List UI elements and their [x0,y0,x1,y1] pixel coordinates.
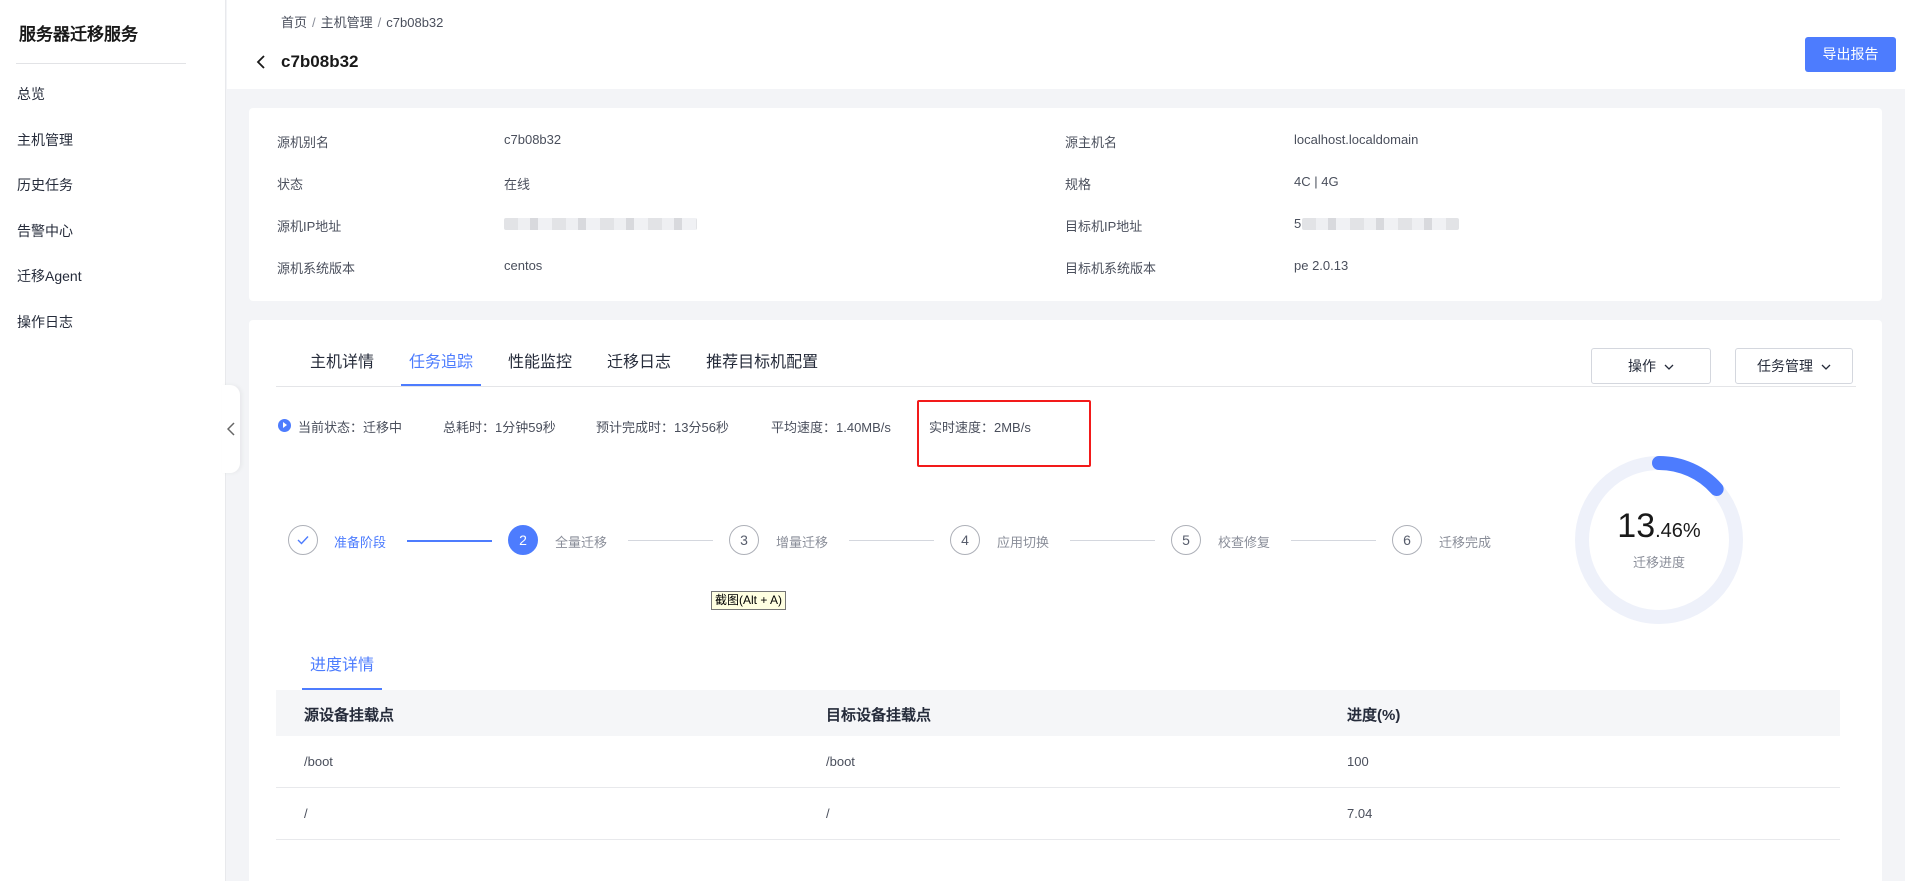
step-2-label: 全量迁移 [555,535,608,550]
source-mount-cell: /boot [304,754,333,769]
detail-tabs: 主机详情 任务追踪 性能监控 迁移日志 推荐目标机配置 [310,348,853,386]
page-header: 首页 / 主机管理 / c7b08b32 c7b08b32 导出报告 [227,0,1905,89]
estimated-completion: 预计完成时：13分56秒 [596,420,729,435]
step-1-check-icon [288,525,318,555]
tab-progress-details[interactable]: 进度详情 [310,651,374,675]
step-3-number: 3 [729,525,759,555]
tab-task-tracking[interactable]: 任务追踪 [401,348,482,386]
step-4-label: 应用切换 [997,535,1050,550]
tab-recommended-target-config[interactable]: 推荐目标机配置 [706,348,818,386]
app-title: 服务器迁移服务 [19,25,138,44]
operate-label: 操作 [1628,358,1657,374]
status-value: 在线 [504,177,531,192]
target-ip-label: 目标机IP地址 [1065,219,1143,234]
breadcrumb-home[interactable]: 首页 [281,15,307,30]
source-ip-label: 源机IP地址 [277,219,342,234]
target-os-value: pe 2.0.13 [1294,258,1349,273]
spec-label: 规格 [1065,177,1092,192]
step-6-label: 迁移完成 [1439,535,1492,550]
step-6-number: 6 [1392,525,1422,555]
source-ip-redacted [504,218,697,230]
source-os-value: centos [504,258,543,273]
target-os-label: 目标机系统版本 [1065,261,1157,276]
breadcrumb-current: c7b08b32 [386,15,444,30]
gauge-label: 迁移进度 [1632,555,1685,570]
table-row: /boot /boot 100 [276,736,1840,788]
column-source-mount: 源设备挂载点 [304,707,395,724]
sidebar-divider [16,63,186,64]
breadcrumb-host-management[interactable]: 主机管理 [321,15,373,30]
chevron-left-icon [227,422,235,436]
highlight-annotation [917,400,1091,467]
source-host-label: 源主机名 [1065,135,1118,150]
page-title: c7b08b32 [281,52,359,71]
step-connector [1291,540,1376,541]
target-mount-cell: / [826,806,830,821]
spec-value: 4C | 4G [1294,174,1339,189]
tab-performance-monitor[interactable]: 性能监控 [508,348,572,386]
step-5-label: 校查修复 [1218,535,1271,550]
back-arrow-icon[interactable] [251,52,271,72]
sidebar: 服务器迁移服务 总览 主机管理 历史任务 告警中心 迁移Agent 操作日志 [0,0,226,881]
task-manage-label: 任务管理 [1757,358,1814,374]
source-alias-label: 源机别名 [277,135,330,150]
average-speed: 平均速度：1.40MB/s [771,420,891,435]
sidebar-item-overview[interactable]: 总览 [17,84,45,104]
source-host-value: localhost.localdomain [1294,132,1419,147]
step-2-number: 2 [508,525,538,555]
sidebar-collapse-handle[interactable] [222,385,240,473]
table-row: / / 7.04 [276,788,1840,840]
target-ip-visible: 5 [1294,216,1302,231]
tabs-divider [276,386,1856,387]
task-manage-dropdown-button[interactable]: 任务管理 [1735,348,1853,384]
column-progress: 进度(%) [1347,707,1401,724]
step-4-number: 4 [950,525,980,555]
sidebar-item-host-management[interactable]: 主机管理 [17,130,73,150]
progress-cell: 100 [1347,754,1369,769]
gauge-percentage: 13.46% [1571,507,1747,546]
host-info-card: 源机别名 c7b08b32 状态 在线 源机IP地址 源机系统版本 centos… [249,108,1882,301]
current-state: 当前状态：迁移中 [298,420,403,435]
table-header: 源设备挂载点 目标设备挂载点 进度(%) [276,690,1840,736]
sidebar-item-operation-log[interactable]: 操作日志 [17,312,73,332]
status-label: 状态 [277,177,304,192]
gauge-percentage-int: 13 [1617,507,1656,545]
sidebar-item-history-tasks[interactable]: 历史任务 [17,175,73,195]
step-connector [1070,540,1155,541]
tab-migration-log[interactable]: 迁移日志 [607,348,671,386]
target-ip-redacted [1302,218,1459,230]
target-mount-cell: /boot [826,754,855,769]
gauge-percentage-dec: .46% [1655,520,1701,542]
operate-dropdown-button[interactable]: 操作 [1591,348,1711,384]
screenshot-tooltip: 截图(Alt + A) [711,591,787,610]
source-os-label: 源机系统版本 [277,261,356,276]
play-status-icon [278,419,291,432]
elapsed-time: 总耗时：1分钟59秒 [443,420,556,435]
chevron-down-icon [1821,364,1831,370]
step-5-number: 5 [1171,525,1201,555]
step-3-label: 增量迁移 [776,535,829,550]
sidebar-item-alert-center[interactable]: 告警中心 [17,221,73,241]
breadcrumb: 首页 / 主机管理 / c7b08b32 [281,12,443,31]
source-mount-cell: / [304,806,308,821]
column-target-mount: 目标设备挂载点 [826,707,932,724]
chevron-down-icon [1664,364,1674,370]
breadcrumb-separator: / [312,15,316,30]
export-report-button[interactable]: 导出报告 [1805,37,1896,72]
step-connector [849,540,934,541]
step-connector [628,540,713,541]
sidebar-item-migration-agent[interactable]: 迁移Agent [17,266,82,286]
step-1-label: 准备阶段 [334,535,387,550]
tab-host-details[interactable]: 主机详情 [310,348,374,386]
source-alias-value: c7b08b32 [504,132,562,147]
step-connector [407,540,492,542]
breadcrumb-separator: / [377,15,382,30]
progress-cell: 7.04 [1347,806,1373,821]
